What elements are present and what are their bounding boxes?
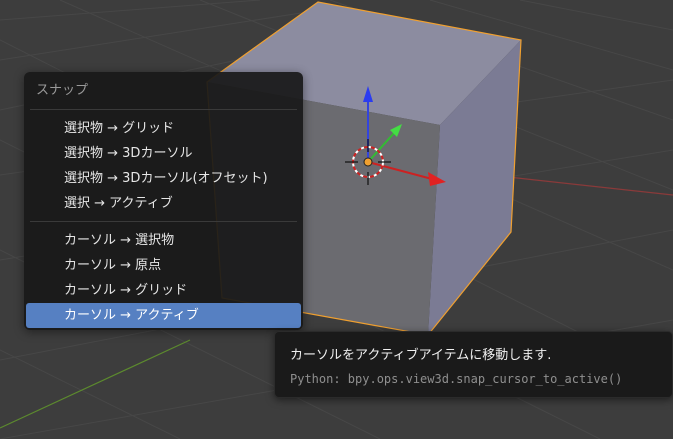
menu-item-selection-to-active[interactable]: 選択 → アクティブ [26,191,301,216]
menu-separator [30,109,297,110]
menu-item-cursor-to-origin[interactable]: カーソル → 原点 [26,253,301,278]
tooltip-python-command: Python: bpy.ops.view3d.snap_cursor_to_ac… [290,372,623,386]
menu-item-cursor-to-selected[interactable]: カーソル → 選択物 [26,228,301,253]
menu-item-selection-to-grid[interactable]: 選択物 → グリッド [26,116,301,141]
snap-menu: スナップ 選択物 → グリッド 選択物 → 3Dカーソル 選択物 → 3Dカーソ… [24,72,303,330]
menu-item-cursor-to-active[interactable]: カーソル → アクティブ [26,303,301,328]
menu-separator [30,221,297,222]
y-axis-line [0,339,191,429]
menu-item-cursor-to-grid[interactable]: カーソル → グリッド [26,278,301,303]
tooltip-description: カーソルをアクティブアイテムに移動します. [290,348,552,363]
menu-item-selection-to-cursor[interactable]: 選択物 → 3Dカーソル [26,141,301,166]
menu-item-selection-to-cursor-offset[interactable]: 選択物 → 3Dカーソル(オフセット) [26,166,301,191]
tooltip: カーソルをアクティブアイテムに移動します. Python: bpy.ops.vi… [274,331,673,398]
menu-title: スナップ [36,83,89,98]
